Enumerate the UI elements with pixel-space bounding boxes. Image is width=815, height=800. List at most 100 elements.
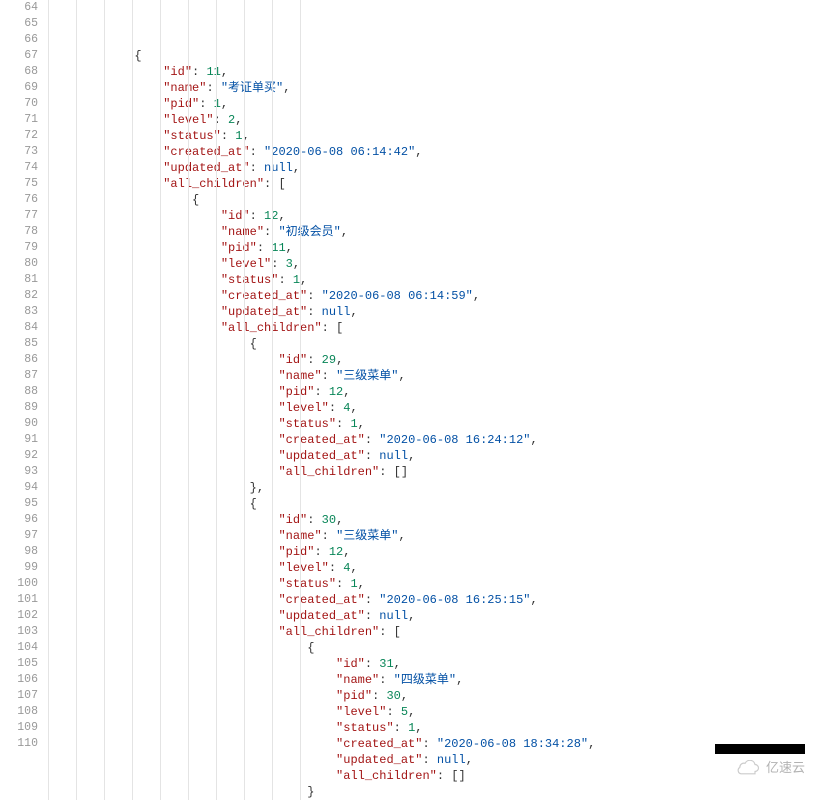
line-number: 94 [0,480,38,496]
line-number: 93 [0,464,38,480]
line-number-gutter: 6465666768697071727374757677787980818283… [0,0,44,800]
code-line: "created_at": "2020-06-08 16:24:12", [44,432,815,448]
code-line: "pid": 30, [44,688,815,704]
line-number: 65 [0,16,38,32]
line-number: 92 [0,448,38,464]
line-number: 69 [0,80,38,96]
code-line: "all_children": [ [44,176,815,192]
line-number: 78 [0,224,38,240]
code-line: "pid": 11, [44,240,815,256]
line-number: 103 [0,624,38,640]
code-line: "all_children": [ [44,624,815,640]
line-number: 85 [0,336,38,352]
line-number: 104 [0,640,38,656]
line-number: 99 [0,560,38,576]
line-number: 89 [0,400,38,416]
line-number: 110 [0,736,38,752]
line-number: 90 [0,416,38,432]
line-number: 86 [0,352,38,368]
line-number: 95 [0,496,38,512]
code-line: "name": "初级会员", [44,224,815,240]
line-number: 81 [0,272,38,288]
code-line: { [44,496,815,512]
code-line: "level": 3, [44,256,815,272]
code-line: "level": 5, [44,704,815,720]
code-line: "name": "三级菜单", [44,528,815,544]
code-line: "id": 30, [44,512,815,528]
line-number: 74 [0,160,38,176]
line-number: 106 [0,672,38,688]
code-line: "status": 1, [44,416,815,432]
line-number: 108 [0,704,38,720]
code-line: "created_at": "2020-06-08 06:14:59", [44,288,815,304]
code-line: "id": 11, [44,64,815,80]
line-number: 64 [0,0,38,16]
line-number: 72 [0,128,38,144]
line-number: 100 [0,576,38,592]
code-line: "pid": 12, [44,544,815,560]
line-number: 84 [0,320,38,336]
code-line: { [44,640,815,656]
code-line: "name": "三级菜单", [44,368,815,384]
code-editor: 6465666768697071727374757677787980818283… [0,0,815,800]
code-line: { [44,48,815,64]
code-line: "name": "四级菜单", [44,672,815,688]
code-line: "level": 4, [44,400,815,416]
line-number: 91 [0,432,38,448]
line-number: 82 [0,288,38,304]
code-line: "updated_at": null, [44,160,815,176]
line-number: 102 [0,608,38,624]
code-line: "updated_at": null, [44,752,815,768]
cloud-icon [734,760,762,776]
code-line: "status": 1, [44,576,815,592]
code-line: "pid": 12, [44,384,815,400]
watermark: 亿速云 [734,760,805,776]
code-line: "pid": 1, [44,96,815,112]
code-line: "all_children": [] [44,768,815,784]
line-number: 70 [0,96,38,112]
code-line: }, [44,480,815,496]
line-number: 109 [0,720,38,736]
code-line: "updated_at": null, [44,448,815,464]
line-number: 83 [0,304,38,320]
code-line: { [44,336,815,352]
code-line: "id": 31, [44,656,815,672]
line-number: 77 [0,208,38,224]
line-number: 107 [0,688,38,704]
line-number: 75 [0,176,38,192]
code-line: "updated_at": null, [44,608,815,624]
watermark-text: 亿速云 [766,760,805,776]
code-line: "id": 12, [44,208,815,224]
line-number: 96 [0,512,38,528]
code-line: "created_at": "2020-06-08 18:34:28", [44,736,815,752]
code-line: "status": 1, [44,272,815,288]
code-line: "level": 2, [44,112,815,128]
line-number: 98 [0,544,38,560]
line-number: 88 [0,384,38,400]
code-line: "level": 4, [44,560,815,576]
line-number: 66 [0,32,38,48]
code-line: "updated_at": null, [44,304,815,320]
code-line: { [44,192,815,208]
code-line: } [44,784,815,800]
line-number: 71 [0,112,38,128]
line-number: 97 [0,528,38,544]
code-line: "status": 1, [44,720,815,736]
code-line: "name": "考证单买", [44,80,815,96]
code-area: { "id": 11, "name": "考证单买", "pid": 1, "l… [44,0,815,800]
line-number: 80 [0,256,38,272]
line-number: 67 [0,48,38,64]
code-line: "created_at": "2020-06-08 06:14:42", [44,144,815,160]
code-line: "created_at": "2020-06-08 16:25:15", [44,592,815,608]
code-line: "all_children": [ [44,320,815,336]
line-number: 105 [0,656,38,672]
line-number: 79 [0,240,38,256]
line-number: 101 [0,592,38,608]
redaction-bar [715,744,805,754]
line-number: 68 [0,64,38,80]
code-line: "all_children": [] [44,464,815,480]
line-number: 73 [0,144,38,160]
line-number: 87 [0,368,38,384]
code-line: "id": 29, [44,352,815,368]
code-line: "status": 1, [44,128,815,144]
